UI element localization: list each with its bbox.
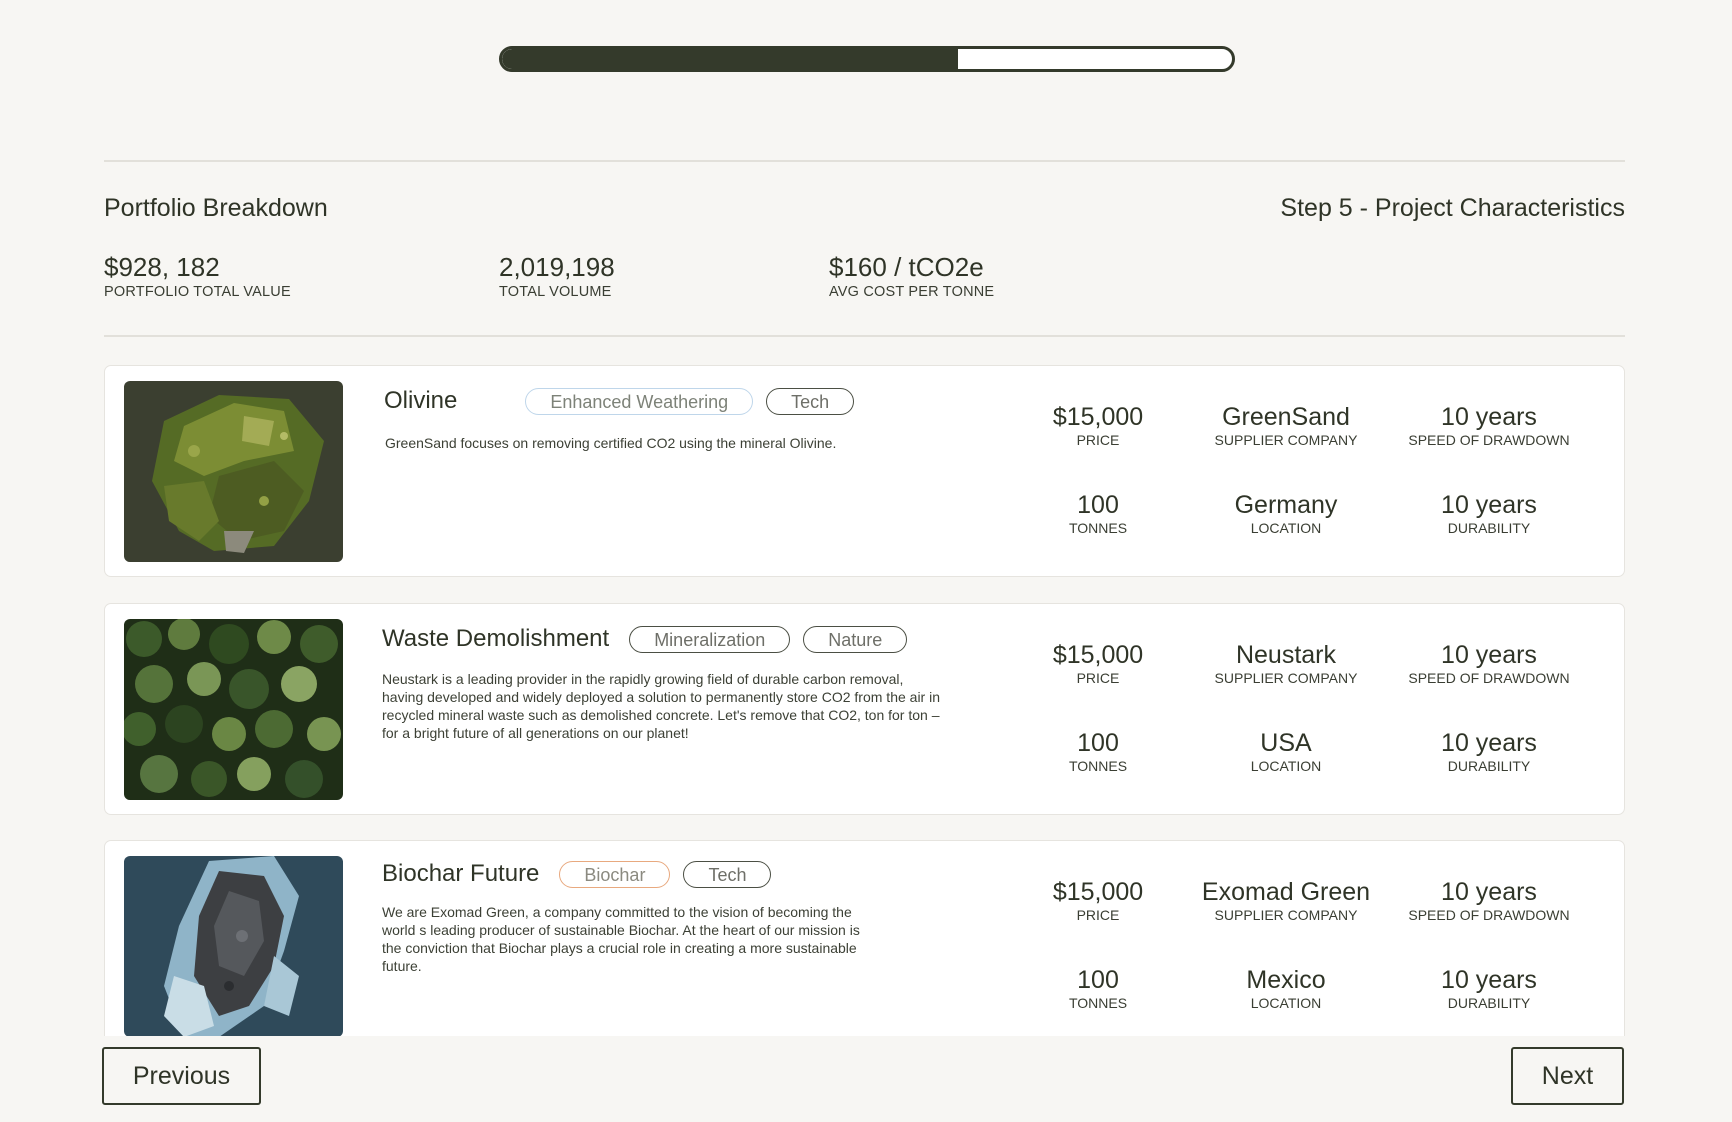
project-card-biochar-future[interactable]: Biochar Future Biochar Tech We are Exoma… <box>104 840 1625 1036</box>
metric-durability: 10 years DURABILITY <box>1389 965 1589 1012</box>
metric-durability: 10 years DURABILITY <box>1389 490 1589 537</box>
project-title: Olivine <box>384 387 458 414</box>
stat-value: $928, 182 <box>104 252 220 282</box>
metric-value: $15,000 <box>1052 878 1144 906</box>
metric-value: 10 years <box>1441 403 1537 431</box>
project-title: Waste Demolishment <box>382 625 610 652</box>
project-description: GreenSand focuses on removing certified … <box>385 435 837 451</box>
stat-label: AVG COST PER TONNE <box>829 284 995 300</box>
metric-location: Germany LOCATION <box>1186 490 1386 537</box>
stat-value: 2,019,198 <box>499 252 615 282</box>
metric-tonnes: 100 TONNES <box>998 965 1198 1012</box>
tag-nature: Nature <box>803 625 908 653</box>
metric-label: DURABILITY <box>1447 758 1531 774</box>
project-card-waste-demolishment[interactable]: Waste Demolishment Mineralization Nature… <box>104 603 1625 815</box>
metric-label: PRICE <box>1076 907 1120 923</box>
project-title-row: Olivine Enhanced Weathering Tech <box>384 384 867 418</box>
tag-mineralization: Mineralization <box>629 625 791 653</box>
metric-value: 10 years <box>1441 641 1537 669</box>
page-title: Portfolio Breakdown <box>104 194 328 222</box>
stat-avg-cost: $160 / tCO2e AVG COST PER TONNE <box>829 250 994 300</box>
metric-price: $15,000 PRICE <box>998 877 1198 924</box>
metric-value: $15,000 <box>1052 403 1144 431</box>
stat-label: PORTFOLIO TOTAL VALUE <box>104 284 291 300</box>
stat-value: $160 / tCO2e <box>829 252 984 282</box>
metric-tonnes: 100 TONNES <box>998 728 1198 775</box>
metric-label: TONNES <box>1068 995 1128 1011</box>
metric-supplier: Exomad Green SUPPLIER COMPANY <box>1186 877 1386 924</box>
metric-label: LOCATION <box>1250 758 1322 774</box>
metric-value: 10 years <box>1441 729 1537 757</box>
stat-total-volume: 2,019,198 TOTAL VOLUME <box>499 250 615 300</box>
stat-label: TOTAL VOLUME <box>499 284 612 300</box>
project-list[interactable]: Olivine Enhanced Weathering Tech GreenSa… <box>0 360 1732 1036</box>
project-title-row: Waste Demolishment Mineralization Nature <box>382 622 920 656</box>
next-button[interactable]: Next <box>1511 1047 1624 1105</box>
stat-portfolio-value: $928, 182 PORTFOLIO TOTAL VALUE <box>104 250 291 300</box>
metric-value: 100 <box>1077 729 1119 757</box>
metric-value: USA <box>1260 729 1312 757</box>
tag-enhanced-weathering: Enhanced Weathering <box>525 387 754 415</box>
metric-label: SPEED OF DRAWDOWN <box>1408 432 1570 448</box>
metric-supplier: Neustark SUPPLIER COMPANY <box>1186 640 1386 687</box>
project-title: Biochar Future <box>382 860 540 887</box>
tag-tech: Tech <box>766 387 855 415</box>
tag-biochar: Biochar <box>559 860 671 888</box>
metric-value: 10 years <box>1441 878 1537 906</box>
metric-label: DURABILITY <box>1447 995 1531 1011</box>
metric-value: 10 years <box>1441 966 1537 994</box>
project-card-olivine[interactable]: Olivine Enhanced Weathering Tech GreenSa… <box>104 365 1625 577</box>
metric-label: PRICE <box>1076 432 1120 448</box>
tag-tech: Tech <box>683 860 772 888</box>
metric-drawdown: 10 years SPEED OF DRAWDOWN <box>1389 877 1589 924</box>
metric-value: GreenSand <box>1222 403 1350 431</box>
metric-label: SPEED OF DRAWDOWN <box>1408 907 1570 923</box>
metric-supplier: GreenSand SUPPLIER COMPANY <box>1186 402 1386 449</box>
metric-label: LOCATION <box>1250 995 1322 1011</box>
metric-label: TONNES <box>1068 758 1128 774</box>
metric-label: SUPPLIER COMPANY <box>1214 432 1358 448</box>
metric-label: PRICE <box>1076 670 1120 686</box>
metric-value: 100 <box>1077 491 1119 519</box>
metric-location: USA LOCATION <box>1186 728 1386 775</box>
project-description: Neustark is a leading provider in the ra… <box>382 671 940 741</box>
biochar-rock-image <box>124 856 343 1036</box>
metric-label: DURABILITY <box>1447 520 1531 536</box>
top-divider <box>104 160 1625 162</box>
metric-drawdown: 10 years SPEED OF DRAWDOWN <box>1389 402 1589 449</box>
metric-price: $15,000 PRICE <box>998 640 1198 687</box>
progress-bar <box>499 46 1235 72</box>
project-title-row: Biochar Future Biochar Tech <box>382 857 784 891</box>
metric-value: Exomad Green <box>1201 878 1371 906</box>
forest-aerial-image <box>124 619 343 800</box>
metric-label: LOCATION <box>1250 520 1322 536</box>
olivine-rock-image <box>124 381 343 562</box>
metric-value: Mexico <box>1246 966 1326 994</box>
previous-button[interactable]: Previous <box>102 1047 261 1105</box>
step-title: Step 5 - Project Characteristics <box>1280 194 1625 222</box>
stats-divider <box>104 335 1625 337</box>
metric-price: $15,000 PRICE <box>998 402 1198 449</box>
metric-drawdown: 10 years SPEED OF DRAWDOWN <box>1389 640 1589 687</box>
metric-value: 10 years <box>1441 491 1537 519</box>
metric-value: Germany <box>1234 491 1338 519</box>
metric-value: Neustark <box>1235 641 1337 669</box>
metric-label: SUPPLIER COMPANY <box>1214 907 1358 923</box>
metric-durability: 10 years DURABILITY <box>1389 728 1589 775</box>
metric-label: TONNES <box>1068 520 1128 536</box>
metric-location: Mexico LOCATION <box>1186 965 1386 1012</box>
metric-value: $15,000 <box>1052 641 1144 669</box>
metric-value: 100 <box>1077 966 1119 994</box>
metric-tonnes: 100 TONNES <box>998 490 1198 537</box>
metric-label: SUPPLIER COMPANY <box>1214 670 1358 686</box>
project-description: We are Exomad Green, a company committed… <box>382 904 860 974</box>
progress-bar-fill <box>502 49 959 69</box>
metric-label: SPEED OF DRAWDOWN <box>1408 670 1570 686</box>
